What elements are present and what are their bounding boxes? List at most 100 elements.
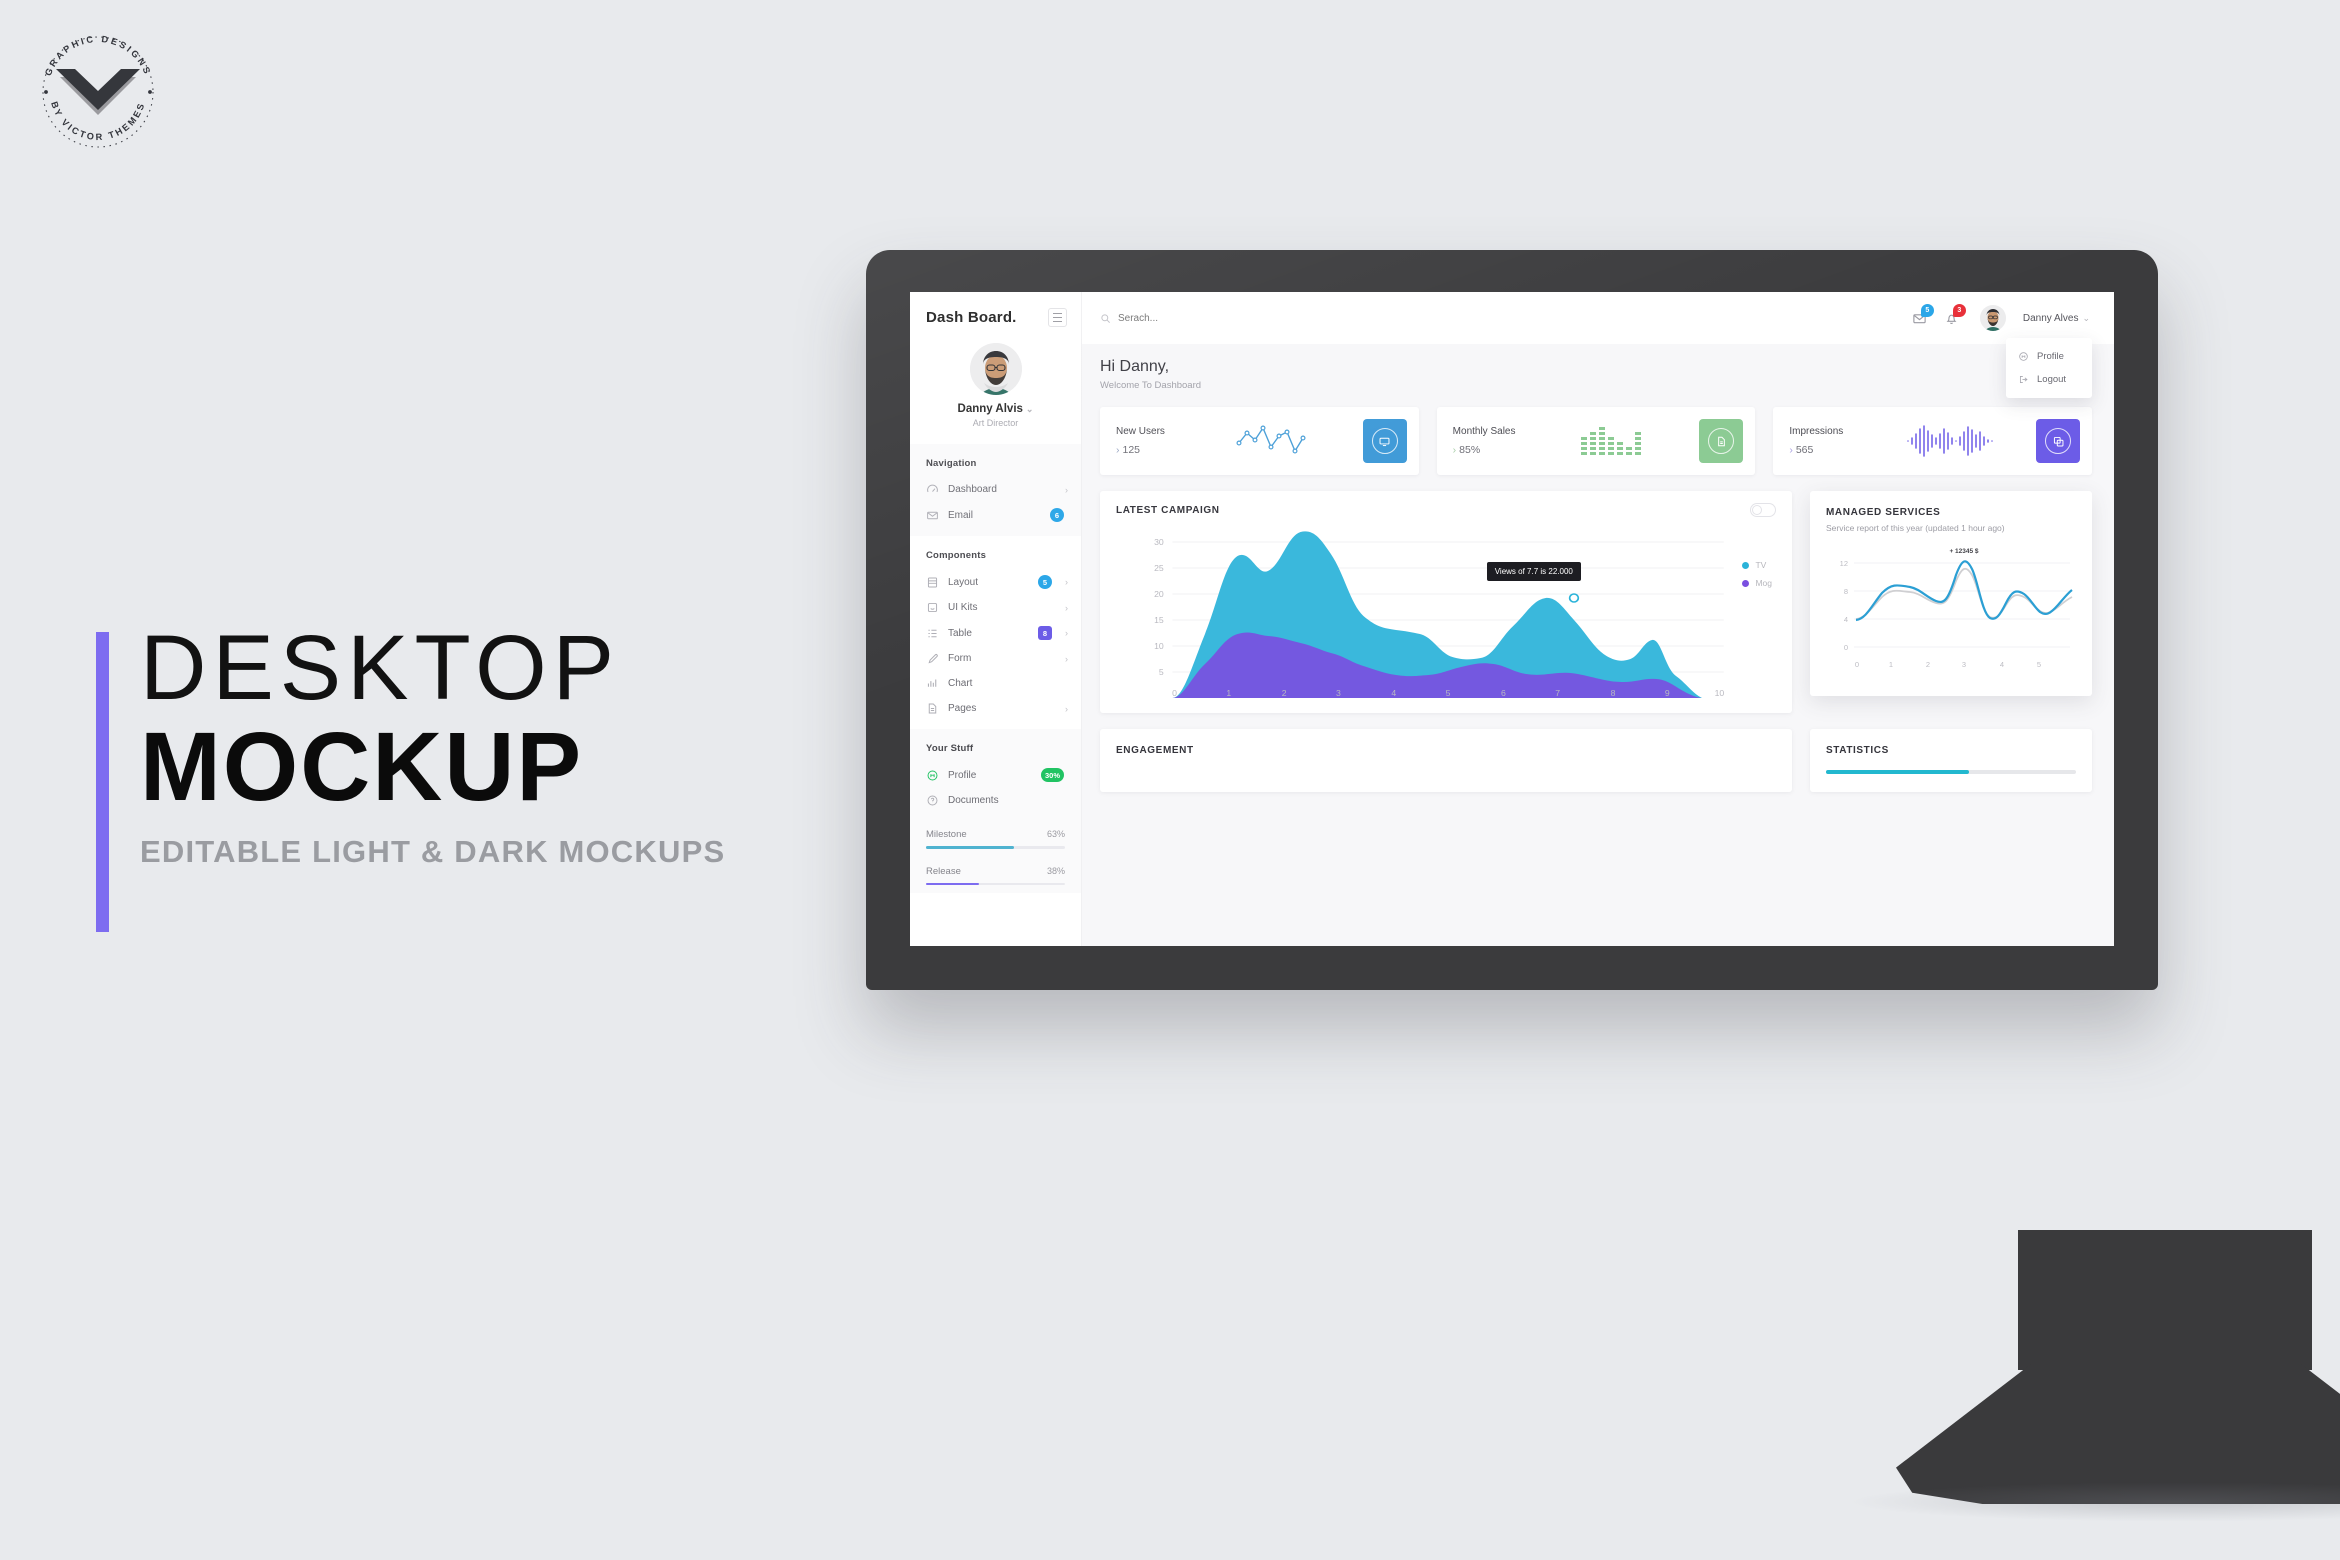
legend-label: TV bbox=[1755, 560, 1767, 570]
sidebar-item-profile[interactable]: Profile 30% bbox=[910, 762, 1081, 788]
topbar-user-name: Danny Alves bbox=[2022, 312, 2079, 324]
sidebar-user-name[interactable]: Danny Alvis ⌄ bbox=[910, 403, 1081, 415]
svg-text:1: 1 bbox=[1889, 660, 1893, 669]
monitor-icon bbox=[1371, 428, 1398, 454]
sidebar-item-label: UI Kits bbox=[948, 602, 978, 613]
sidebar-item-label: Layout bbox=[948, 576, 979, 588]
search-icon bbox=[1100, 313, 1111, 324]
stat-card-impressions[interactable]: Impressions › 565 bbox=[1773, 407, 2093, 475]
stat-card-prefix: › bbox=[1452, 444, 1457, 456]
svg-text:0: 0 bbox=[1855, 660, 1859, 669]
svg-text:4: 4 bbox=[2000, 660, 2004, 669]
progress-fill bbox=[926, 882, 979, 885]
svg-text:7: 7 bbox=[1555, 688, 1560, 698]
stat-card-monthly-sales[interactable]: Monthly Sales › 85% bbox=[1436, 407, 1756, 475]
sparkline-line bbox=[1198, 421, 1359, 461]
dropdown-item-label: Logout bbox=[2037, 374, 2067, 385]
progress-label: Milestone bbox=[926, 829, 967, 840]
svg-text:3: 3 bbox=[1336, 688, 1341, 698]
stat-card-tile[interactable] bbox=[2036, 419, 2081, 463]
panel-latest-campaign: LATEST CAMPAIGN 30 25 20 15 10 5 0 1 2 3… bbox=[1100, 491, 1792, 713]
sidebar-item-documents[interactable]: Documents bbox=[910, 788, 1081, 813]
legend-item-mog[interactable]: Mog bbox=[1742, 578, 1772, 588]
messages-badge: 5 bbox=[1920, 303, 1934, 317]
sidebar-item-layout[interactable]: Layout 5 › bbox=[910, 569, 1081, 595]
topbar-avatar[interactable] bbox=[1979, 305, 2006, 331]
topbar: 5 3 bbox=[1082, 292, 2114, 398]
sidebar-item-ui-kits[interactable]: UI Kits › bbox=[910, 595, 1081, 620]
messages-icon[interactable]: 5 bbox=[1912, 303, 1934, 326]
stat-card-tile[interactable] bbox=[1362, 419, 1407, 463]
monitor-screen: Dash Board. Danny Alvis ⌄ Art Director N… bbox=[910, 292, 2114, 946]
user-dropdown-menu: Profile Logout bbox=[2006, 338, 2092, 398]
progress-value: 63% bbox=[1046, 829, 1065, 839]
search-box[interactable] bbox=[1100, 312, 1912, 324]
topbar-user-menu[interactable]: Danny Alves ⌄ bbox=[2023, 313, 2090, 324]
topbar-actions: 5 3 Danny Alves ⌄ bbox=[1912, 303, 2090, 331]
chart-legend: TV Mog bbox=[1742, 560, 1772, 596]
notifications-badge: 3 bbox=[1952, 303, 1966, 317]
logout-icon bbox=[2018, 374, 2029, 385]
svg-text:20: 20 bbox=[1154, 589, 1164, 599]
panel-statistics: STATISTICS bbox=[1810, 729, 2092, 792]
sidebar-badge-profile: 30% bbox=[1040, 768, 1064, 782]
monitor-neck bbox=[2018, 1230, 2312, 1370]
sidebar-item-label: Documents bbox=[948, 795, 999, 806]
svg-text:9: 9 bbox=[1665, 688, 1670, 698]
sidebar-brand: Dash Board. bbox=[910, 292, 1081, 335]
sidebar-item-table[interactable]: Table 8 › bbox=[910, 620, 1081, 646]
sidebar-item-pages[interactable]: Pages › bbox=[910, 696, 1081, 721]
stat-card-new-users[interactable]: New Users › 125 bbox=[1100, 407, 1419, 475]
svg-text:15: 15 bbox=[1154, 615, 1164, 625]
sidebar-title: Dash Board. bbox=[926, 309, 1017, 326]
stat-card-number: 125 bbox=[1122, 444, 1141, 456]
stat-cards-row: New Users › 125 Monthly Sales › 85% Impr… bbox=[1100, 407, 2093, 475]
legend-label: Mog bbox=[1755, 578, 1772, 588]
svg-text:10: 10 bbox=[1715, 688, 1725, 698]
monitor-bezel: Dash Board. Danny Alvis ⌄ Art Director N… bbox=[866, 250, 2158, 990]
speedometer-icon bbox=[926, 483, 939, 496]
sidebar-item-form[interactable]: Form › bbox=[910, 646, 1081, 671]
dropdown-item-logout[interactable]: Logout bbox=[2006, 368, 2092, 391]
stat-card-value: › 125 bbox=[1116, 444, 1198, 456]
notifications-bell-icon[interactable]: 3 bbox=[1944, 303, 1966, 326]
panel-subtitle: Service report of this year (updated 1 h… bbox=[1826, 523, 2005, 533]
stat-card-tile[interactable] bbox=[1699, 419, 1744, 463]
legend-item-tv[interactable]: TV bbox=[1742, 560, 1772, 570]
line-chart-svg: 128 40 012 345 + 12345 $ bbox=[1840, 548, 2073, 669]
sidebar-caption-components: Components bbox=[926, 550, 987, 561]
sidebar-item-dashboard[interactable]: Dashboard › bbox=[910, 477, 1081, 502]
progress-release: Release 38% bbox=[910, 860, 1081, 885]
promo-subtitle: EDITABLE LIGHT & DARK MOCKUPS bbox=[140, 834, 726, 870]
search-input[interactable] bbox=[1118, 312, 1338, 324]
svg-text:12: 12 bbox=[1840, 559, 1848, 568]
promo-block: DESKTOP MOCKUP EDITABLE LIGHT & DARK MOC… bbox=[96, 617, 856, 932]
chevron-right-icon: › bbox=[1065, 577, 1068, 587]
sidebar-item-chart[interactable]: Chart bbox=[910, 671, 1081, 696]
campaign-toggle[interactable] bbox=[1750, 503, 1776, 517]
chart-annotation: + 12345 $ bbox=[1949, 548, 1978, 555]
promo-title-line1: DESKTOP bbox=[140, 617, 620, 719]
dashboard-app: Dash Board. Danny Alvis ⌄ Art Director N… bbox=[910, 292, 2114, 946]
hamburger-icon[interactable] bbox=[1048, 308, 1067, 327]
panel-managed-services: MANAGED SERVICES Service report of this … bbox=[1810, 491, 2092, 696]
chart-tooltip: Views of 7.7 is 22.000 bbox=[1486, 562, 1581, 582]
svg-text:8: 8 bbox=[1611, 688, 1616, 698]
sidebar-badge-table: 8 bbox=[1038, 626, 1052, 640]
dropdown-item-profile[interactable]: Profile bbox=[2006, 345, 2092, 368]
stat-card-title: Monthly Sales bbox=[1452, 426, 1516, 437]
panel-title: LATEST CAMPAIGN bbox=[1116, 505, 1220, 516]
svg-text:8: 8 bbox=[1844, 587, 1848, 596]
svg-text:2: 2 bbox=[1926, 660, 1930, 669]
content-area: Hi Danny, Welcome To Dashboard New Users… bbox=[1082, 344, 2114, 946]
services-chart: 12 8 40 012 345 + 12345 $ bbox=[1826, 545, 2078, 688]
sidebar-user-role: Art Director bbox=[972, 418, 1019, 428]
victor-themes-logo: GRAPHIC DESIGNS BY VICTOR THEMES bbox=[28, 22, 168, 162]
sidebar-item-email[interactable]: Email 6 bbox=[910, 502, 1081, 528]
chevron-right-icon: › bbox=[1065, 628, 1068, 638]
legend-dot bbox=[1742, 561, 1750, 569]
svg-text:6: 6 bbox=[1501, 688, 1506, 698]
panel-engagement: ENGAGEMENT bbox=[1100, 729, 1792, 792]
chevron-right-icon: › bbox=[1065, 703, 1068, 714]
stat-card-prefix: › bbox=[1116, 444, 1120, 456]
